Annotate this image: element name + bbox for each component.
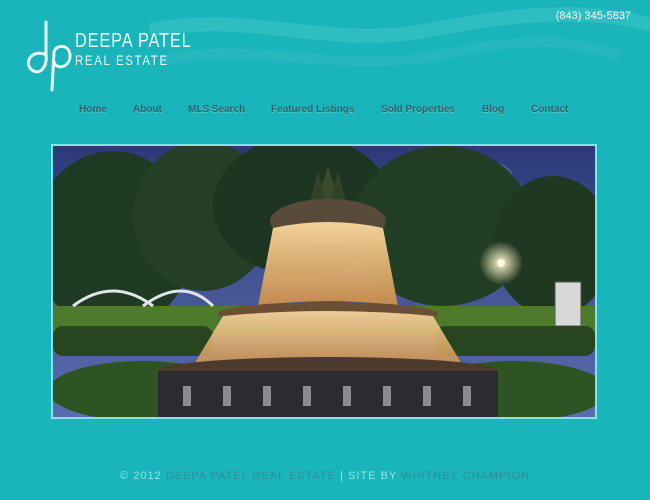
nav-item-home[interactable]: Home bbox=[79, 104, 107, 115]
main-nav: Home About MLS Search Featured Listings … bbox=[0, 104, 650, 120]
footer-designer-link[interactable]: WHITNEY CHAMPION bbox=[401, 470, 530, 482]
fountain-photo bbox=[53, 146, 595, 417]
logo-name: DEEPA PATEL bbox=[75, 30, 192, 52]
site-footer: © 2012 DEEPA PATEL REAL ESTATE | SITE BY… bbox=[0, 470, 650, 482]
nav-item-featured-listings[interactable]: Featured Listings bbox=[271, 104, 354, 115]
nav-item-mls-search[interactable]: MLS Search bbox=[188, 104, 245, 115]
hero-image bbox=[51, 144, 597, 419]
site-logo[interactable]: DEEPA PATEL REAL ESTATE bbox=[22, 14, 192, 94]
nav-item-blog[interactable]: Blog bbox=[482, 104, 504, 115]
phone-number: (843) 345-5837 bbox=[555, 10, 631, 22]
nav-item-contact[interactable]: Contact bbox=[531, 104, 568, 115]
footer-year: 2012 bbox=[133, 470, 162, 482]
footer-owner: DEEPA PATEL REAL ESTATE bbox=[165, 470, 337, 482]
nav-item-about[interactable]: About bbox=[133, 104, 162, 115]
copyright-icon: © bbox=[120, 470, 130, 482]
logo-monogram-icon bbox=[27, 20, 72, 92]
nav-item-sold-properties[interactable]: Sold Properties bbox=[381, 104, 455, 115]
logo-subtitle: REAL ESTATE bbox=[75, 52, 169, 68]
footer-site-by-label: SITE BY bbox=[348, 470, 398, 482]
footer-separator: | bbox=[340, 470, 344, 482]
